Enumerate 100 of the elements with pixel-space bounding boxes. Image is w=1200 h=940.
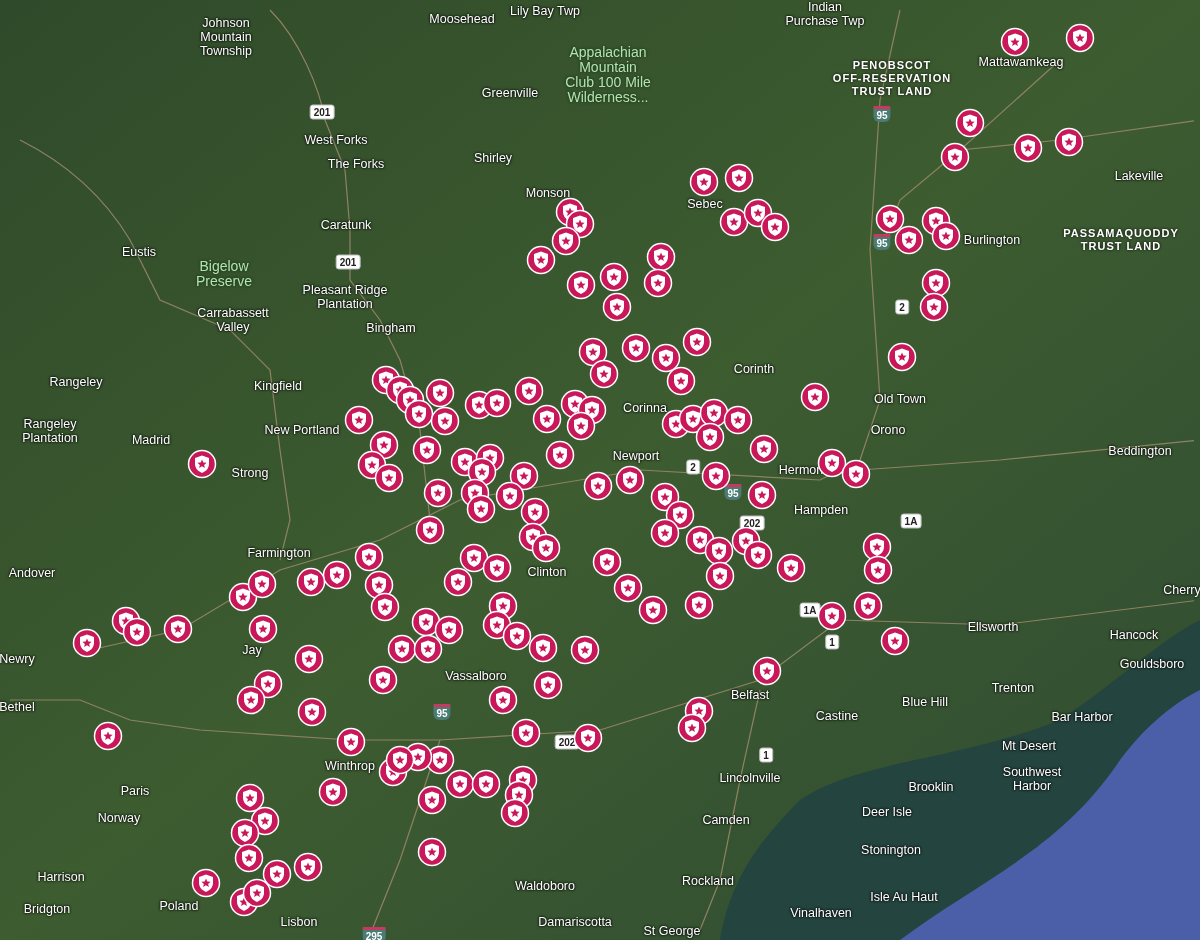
map-marker[interactable] bbox=[695, 422, 725, 452]
map-marker[interactable] bbox=[880, 626, 910, 656]
map-marker[interactable] bbox=[863, 555, 893, 585]
map-marker[interactable] bbox=[760, 212, 790, 242]
map-marker[interactable] bbox=[583, 471, 613, 501]
map-marker[interactable] bbox=[235, 783, 265, 813]
map-marker[interactable] bbox=[417, 785, 447, 815]
map-marker[interactable] bbox=[242, 878, 272, 908]
map-marker[interactable] bbox=[551, 226, 581, 256]
map-marker[interactable] bbox=[894, 225, 924, 255]
map-marker[interactable] bbox=[423, 478, 453, 508]
map-marker[interactable] bbox=[318, 777, 348, 807]
map-marker[interactable] bbox=[545, 440, 575, 470]
map-marker[interactable] bbox=[743, 540, 773, 570]
map-marker[interactable] bbox=[93, 721, 123, 751]
map-marker[interactable] bbox=[122, 617, 152, 647]
map-marker[interactable] bbox=[262, 859, 292, 889]
map-marker[interactable] bbox=[723, 405, 753, 435]
map-marker[interactable] bbox=[248, 614, 278, 644]
map-marker[interactable] bbox=[931, 221, 961, 251]
map-marker[interactable] bbox=[514, 376, 544, 406]
map-marker[interactable] bbox=[296, 567, 326, 597]
map-marker[interactable] bbox=[495, 481, 525, 511]
map-marker[interactable] bbox=[526, 245, 556, 275]
map-marker[interactable] bbox=[666, 366, 696, 396]
map-marker[interactable] bbox=[520, 497, 550, 527]
map-marker[interactable] bbox=[566, 270, 596, 300]
map-marker[interactable] bbox=[613, 573, 643, 603]
map-marker[interactable] bbox=[719, 207, 749, 237]
map-marker[interactable] bbox=[589, 359, 619, 389]
map-marker[interactable] bbox=[853, 591, 883, 621]
map-marker[interactable] bbox=[387, 634, 417, 664]
map-marker[interactable] bbox=[230, 818, 260, 848]
map-marker[interactable] bbox=[621, 333, 651, 363]
map-marker[interactable] bbox=[531, 533, 561, 563]
map-marker[interactable] bbox=[413, 634, 443, 664]
map-marker[interactable] bbox=[187, 449, 217, 479]
map-marker[interactable] bbox=[354, 542, 384, 572]
map-marker[interactable] bbox=[434, 615, 464, 645]
map-marker[interactable] bbox=[684, 590, 714, 620]
map-marker[interactable] bbox=[643, 268, 673, 298]
map-marker[interactable] bbox=[385, 745, 415, 775]
map-marker[interactable] bbox=[1065, 23, 1095, 53]
map-marker[interactable] bbox=[234, 843, 264, 873]
map-marker[interactable] bbox=[919, 292, 949, 322]
map-marker[interactable] bbox=[752, 656, 782, 686]
map-marker[interactable] bbox=[533, 670, 563, 700]
map-marker[interactable] bbox=[650, 518, 680, 548]
map-marker[interactable] bbox=[800, 382, 830, 412]
map-marker[interactable] bbox=[677, 713, 707, 743]
map-marker[interactable] bbox=[682, 327, 712, 357]
map-marker[interactable] bbox=[689, 167, 719, 197]
map-marker[interactable] bbox=[646, 242, 676, 272]
map-marker[interactable] bbox=[940, 142, 970, 172]
map-marker[interactable] bbox=[599, 262, 629, 292]
map-marker[interactable] bbox=[236, 685, 266, 715]
map-marker[interactable] bbox=[370, 592, 400, 622]
map-marker[interactable] bbox=[532, 404, 562, 434]
map-marker[interactable] bbox=[72, 628, 102, 658]
map-marker[interactable] bbox=[374, 463, 404, 493]
map-marker[interactable] bbox=[573, 723, 603, 753]
map-marker[interactable] bbox=[566, 411, 596, 441]
map-marker[interactable] bbox=[297, 697, 327, 727]
map-marker[interactable] bbox=[471, 769, 501, 799]
map-marker[interactable] bbox=[368, 665, 398, 695]
map-marker[interactable] bbox=[247, 569, 277, 599]
map-marker[interactable] bbox=[887, 342, 917, 372]
map-marker[interactable] bbox=[776, 553, 806, 583]
map-marker[interactable] bbox=[817, 601, 847, 631]
map-marker[interactable] bbox=[415, 515, 445, 545]
map-marker[interactable] bbox=[425, 378, 455, 408]
map-marker[interactable] bbox=[511, 718, 541, 748]
map-marker[interactable] bbox=[430, 406, 460, 436]
map-marker[interactable] bbox=[191, 868, 221, 898]
map-marker[interactable] bbox=[615, 465, 645, 495]
map-marker[interactable] bbox=[841, 459, 871, 489]
map-marker[interactable] bbox=[955, 108, 985, 138]
map-marker[interactable] bbox=[466, 494, 496, 524]
map-marker[interactable] bbox=[322, 560, 352, 590]
map-marker[interactable] bbox=[638, 595, 668, 625]
map-marker[interactable] bbox=[294, 644, 324, 674]
map-marker[interactable] bbox=[724, 163, 754, 193]
map-marker[interactable] bbox=[163, 614, 193, 644]
map-marker[interactable] bbox=[747, 480, 777, 510]
map-marker[interactable] bbox=[875, 204, 905, 234]
map-marker[interactable] bbox=[482, 388, 512, 418]
map-marker[interactable] bbox=[1000, 27, 1030, 57]
map-marker[interactable] bbox=[701, 461, 731, 491]
map-marker[interactable] bbox=[570, 635, 600, 665]
map-marker[interactable] bbox=[1013, 133, 1043, 163]
map-marker[interactable] bbox=[488, 685, 518, 715]
map-marker[interactable] bbox=[412, 435, 442, 465]
map-marker[interactable] bbox=[592, 547, 622, 577]
map-marker[interactable] bbox=[502, 621, 532, 651]
map-marker[interactable] bbox=[417, 837, 447, 867]
map-marker[interactable] bbox=[749, 434, 779, 464]
map-marker[interactable] bbox=[404, 399, 434, 429]
map-marker[interactable] bbox=[602, 292, 632, 322]
map-marker[interactable] bbox=[528, 633, 558, 663]
map-marker[interactable] bbox=[445, 769, 475, 799]
